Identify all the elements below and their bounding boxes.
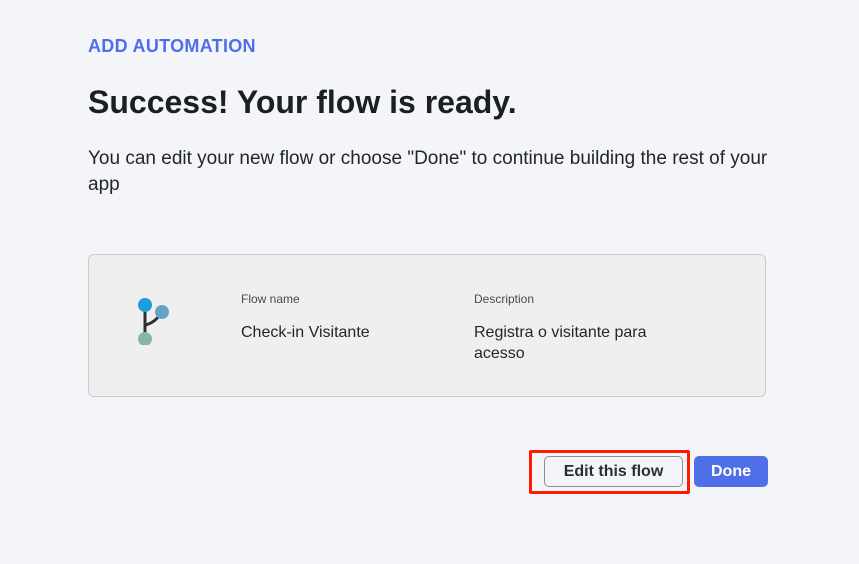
flow-branch-icon (133, 295, 173, 346)
description-label: Description (474, 292, 535, 306)
page-title: Success! Your flow is ready. (88, 84, 517, 120)
flow-name-label: Flow name (241, 292, 300, 306)
page-subtitle: You can edit your new flow or choose "Do… (88, 148, 768, 195)
edit-flow-button[interactable]: Edit this flow (544, 456, 683, 487)
description-value: Registra o visitante para acesso (474, 324, 647, 362)
done-button[interactable]: Done (694, 456, 768, 487)
eyebrow-label: ADD AUTOMATION (88, 36, 256, 56)
flow-summary-card: Flow name Check-in Visitante Description… (88, 254, 766, 397)
flow-name-value: Check-in Visitante (241, 324, 370, 341)
